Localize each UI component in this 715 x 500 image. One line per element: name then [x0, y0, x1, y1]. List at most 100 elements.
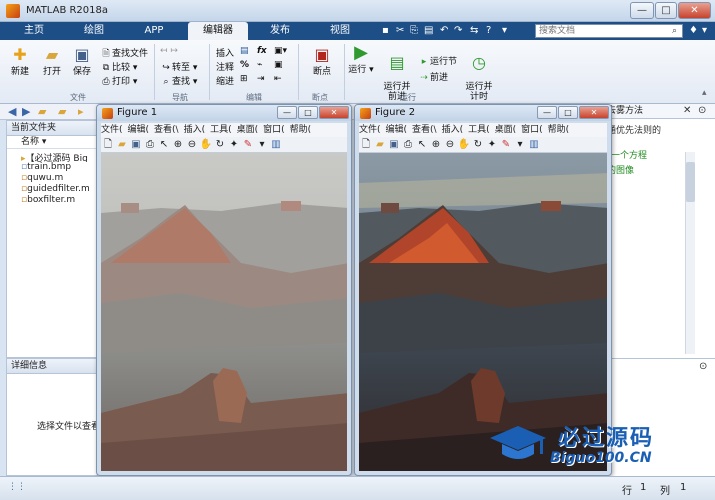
print-figure-icon[interactable]: ⎙	[143, 137, 157, 152]
link-icon[interactable]: ▾	[255, 137, 269, 152]
figure-2-titlebar[interactable]: Figure 2 — □ ✕	[355, 105, 611, 121]
run-and-time-button[interactable]: ◷ 运行并 计时	[462, 44, 496, 103]
search-input[interactable]	[536, 25, 669, 37]
tab-apps[interactable]: APP	[134, 22, 174, 40]
uncomment-icon[interactable]: ⌁	[257, 60, 262, 70]
collapse-toolstrip-icon[interactable]: ▴	[702, 88, 707, 98]
menu-tools[interactable]: 工具(	[210, 125, 232, 135]
compare-button[interactable]: ⧉ 比较 ▾	[100, 60, 138, 73]
copy-icon[interactable]: ⎘	[410, 25, 418, 36]
menu-window[interactable]: 窗口(	[263, 125, 285, 135]
open-file-icon[interactable]: ▰	[373, 137, 387, 152]
tab-editor[interactable]: 编辑器	[188, 22, 248, 40]
editor-options-icon[interactable]: ⊙	[698, 105, 706, 116]
run-button[interactable]: ▶ 运行 ▾	[348, 44, 374, 76]
open-file-icon[interactable]: ▰	[115, 137, 129, 152]
name-column-header[interactable]: 名称 ▾	[7, 136, 97, 149]
file-item[interactable]: ▫guidedfilter.m	[21, 184, 97, 195]
search-icon[interactable]: ⌕	[672, 26, 677, 36]
editor-tab-title[interactable]: 去雾方法	[607, 106, 643, 116]
editor-close-icon[interactable]: ✕	[683, 105, 691, 116]
menu-edit[interactable]: 编辑(	[128, 125, 150, 135]
save-icon[interactable]: ▪	[382, 25, 389, 36]
percent-icon[interactable]: %	[240, 60, 249, 70]
tab-plots[interactable]: 绘图	[74, 22, 114, 40]
data-cursor-icon[interactable]: ✦	[485, 137, 499, 152]
file-item[interactable]: ▸【必过源码 Big	[21, 151, 97, 162]
file-item[interactable]: ▫train.bmp	[21, 162, 97, 173]
editor-scrollbar[interactable]	[685, 152, 695, 354]
minimize-button[interactable]: —	[630, 2, 654, 19]
folder-icon[interactable]: ▸	[78, 105, 84, 118]
zoom-out-icon[interactable]: ⊖	[185, 137, 199, 152]
smart-indent-icon[interactable]: ⊞	[240, 74, 248, 84]
menu-file[interactable]: 文件(	[101, 125, 123, 135]
indent-button[interactable]: 缩进	[216, 74, 234, 87]
new-figure-icon[interactable]: 🗋	[359, 137, 373, 152]
insert-dropdown-icon[interactable]: ▣▾	[274, 46, 287, 56]
help-icon[interactable]: ?	[486, 25, 491, 36]
signin-icon[interactable]: ▾	[702, 25, 707, 36]
browse-folder-icon[interactable]: ▰	[58, 105, 66, 118]
new-figure-icon[interactable]: 🗋	[101, 137, 115, 152]
menu-desktop[interactable]: 桌面(	[495, 125, 517, 135]
insert-colorbar-icon[interactable]: ▥	[269, 137, 283, 152]
data-cursor-icon[interactable]: ✦	[227, 137, 241, 152]
breakpoints-button[interactable]: ▣ 断点	[306, 46, 338, 78]
cut-icon[interactable]: ✂	[396, 25, 404, 36]
file-item[interactable]: ▫boxfilter.m	[21, 195, 97, 206]
save-button[interactable]: ▣ 保存	[68, 46, 96, 78]
tab-view[interactable]: 视图	[318, 22, 362, 40]
scrollbar-thumb[interactable]	[686, 162, 695, 202]
notifications-icon[interactable]: ♦	[689, 25, 698, 36]
search-box[interactable]: ⌕	[535, 24, 683, 38]
forward-arrow-icon[interactable]: ▶	[22, 105, 30, 118]
nav-back-forward[interactable]: ↤ ↦	[160, 46, 178, 56]
figure-maximize-button[interactable]: □	[558, 106, 578, 119]
comment-button[interactable]: 注释	[216, 60, 234, 73]
menu-view[interactable]: 查看(\	[412, 125, 437, 135]
zoom-in-icon[interactable]: ⊕	[171, 137, 185, 152]
insert-section-icon[interactable]: ▤	[240, 46, 249, 56]
zoom-in-icon[interactable]: ⊕	[429, 137, 443, 152]
fx-button[interactable]: fx	[257, 46, 267, 56]
menu-desktop[interactable]: 桌面(	[237, 125, 259, 135]
rotate-icon[interactable]: ↻	[213, 137, 227, 152]
advance-button[interactable]: ⇢ 前进	[418, 70, 448, 83]
undo-icon[interactable]: ↶	[440, 25, 448, 36]
print-button[interactable]: ⎙ 打印 ▾	[100, 74, 137, 87]
figure-1-titlebar[interactable]: Figure 1 — □ ✕	[97, 105, 351, 121]
indent-decrease-icon[interactable]: ⇤	[274, 74, 282, 84]
menu-insert[interactable]: 插入(	[442, 125, 464, 135]
tab-publish[interactable]: 发布	[258, 22, 302, 40]
panel-options-icon[interactable]: ⊙	[699, 361, 707, 372]
menu-insert[interactable]: 插入(	[184, 125, 206, 135]
run-section-button[interactable]: ▸ 运行节	[418, 54, 457, 67]
paste-icon[interactable]: ▤	[424, 25, 433, 36]
print-figure-icon[interactable]: ⎙	[401, 137, 415, 152]
pointer-icon[interactable]: ↖	[415, 137, 429, 152]
pointer-icon[interactable]: ↖	[157, 137, 171, 152]
dropdown-icon[interactable]: ▾	[502, 25, 507, 36]
figure-minimize-button[interactable]: —	[277, 106, 297, 119]
zoom-out-icon[interactable]: ⊖	[443, 137, 457, 152]
maximize-button[interactable]: □	[655, 2, 677, 19]
menu-help[interactable]: 帮助(	[548, 125, 570, 135]
save-figure-icon[interactable]: ▣	[387, 137, 401, 152]
indent-increase-icon[interactable]: ⇥	[257, 74, 265, 84]
figure-1-window[interactable]: Figure 1 — □ ✕ 文件(编辑(查看(\ 插入(工具(桌面(窗口(帮助(…	[96, 104, 352, 476]
save-figure-icon[interactable]: ▣	[129, 137, 143, 152]
find-button[interactable]: ⌕ 查找 ▾	[160, 74, 197, 87]
menu-window[interactable]: 窗口(	[521, 125, 543, 135]
file-item[interactable]: ▫quwu.m	[21, 173, 97, 184]
wrap-comments-icon[interactable]: ▣	[274, 60, 283, 70]
menu-tools[interactable]: 工具(	[468, 125, 490, 135]
redo-icon[interactable]: ↷	[454, 25, 462, 36]
up-folder-icon[interactable]: ▰	[38, 105, 46, 118]
brush-icon[interactable]: ✎	[241, 137, 255, 152]
pan-hand-icon[interactable]: ✋	[457, 137, 471, 152]
new-button[interactable]: ✚ 新建	[6, 46, 34, 78]
menu-view[interactable]: 查看(\	[154, 125, 179, 135]
switch-windows-icon[interactable]: ⇆	[470, 25, 478, 36]
insert-button[interactable]: 插入	[216, 46, 234, 59]
